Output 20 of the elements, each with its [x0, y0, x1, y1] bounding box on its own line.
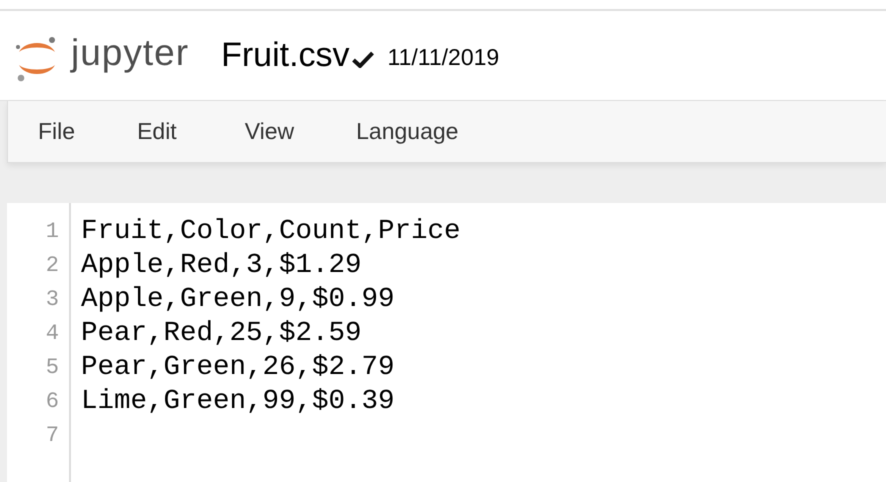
- line-number: 6: [44, 388, 59, 416]
- menu-item[interactable]: Edit: [127, 118, 187, 145]
- menu-item[interactable]: Language: [346, 118, 468, 145]
- line-number: 4: [44, 320, 59, 348]
- logo-text: jupyter: [71, 32, 190, 74]
- date-text: 11/11/2019: [388, 44, 500, 71]
- line-number: 2: [44, 252, 59, 280]
- menu-item[interactable]: File: [28, 118, 86, 145]
- code-line: Fruit,Color,Count,Price: [81, 215, 461, 249]
- code-line: Apple,Red,3,$1.29: [81, 249, 363, 283]
- line-number: 1: [44, 218, 59, 246]
- code-line: Pear,Green,26,$2.79: [81, 351, 396, 385]
- code-line: Lime,Green,99,$0.39: [81, 385, 396, 419]
- line-number: 7: [44, 422, 59, 450]
- file-name[interactable]: Fruit.csv: [221, 36, 350, 75]
- code-line: Pear,Red,25,$2.59: [81, 317, 363, 351]
- line-number: 5: [44, 354, 59, 382]
- menu-item[interactable]: View: [234, 118, 304, 145]
- code-line: Apple,Green,9,$0.99: [81, 283, 396, 317]
- line-number: 3: [44, 286, 59, 314]
